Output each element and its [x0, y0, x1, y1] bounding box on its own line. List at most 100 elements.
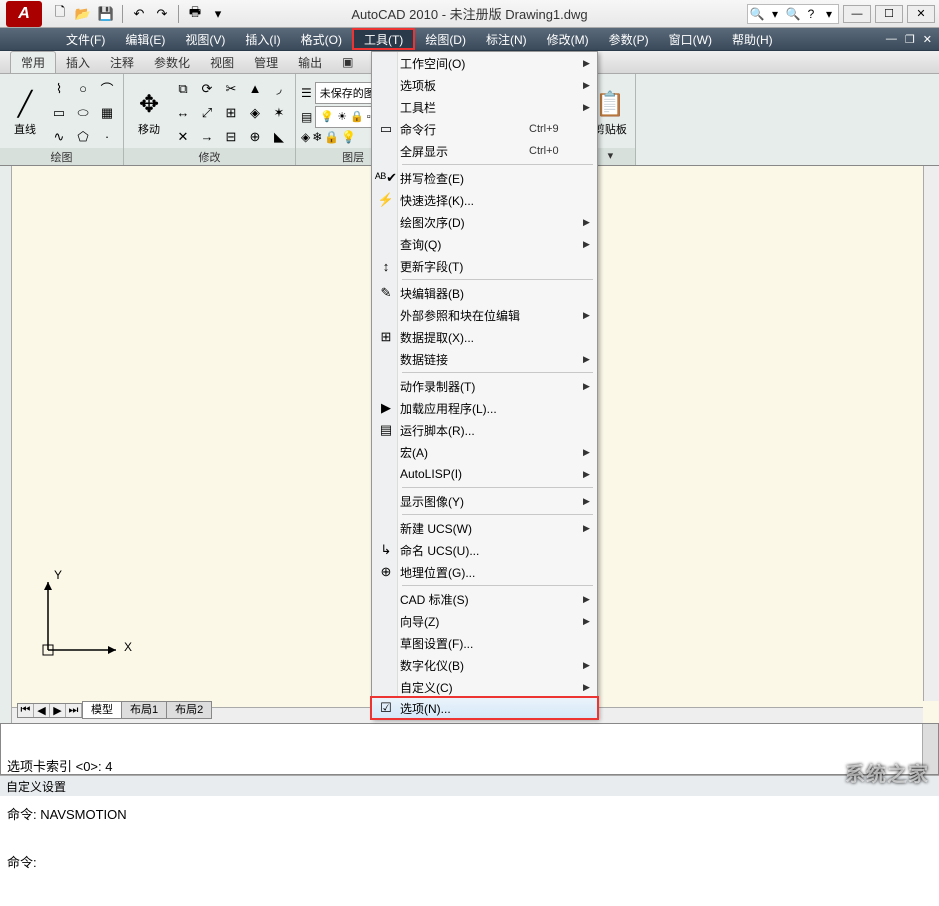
menu-help[interactable]: 帮助(H)	[722, 28, 783, 50]
line-button[interactable]: ╱直线	[5, 89, 45, 137]
menu-item[interactable]: 新建 UCS(W)▶	[372, 517, 597, 539]
menu-dimension[interactable]: 标注(N)	[476, 28, 537, 50]
menu-item[interactable]: 工具栏▶	[372, 96, 597, 118]
move-button[interactable]: ✥移动	[129, 89, 169, 137]
menu-item[interactable]: 工作空间(O)▶	[372, 52, 597, 74]
layout-tab-layout1[interactable]: 布局1	[121, 701, 167, 719]
redo-icon[interactable]: ↷	[152, 4, 172, 24]
copy-icon[interactable]: ⧉	[172, 78, 194, 100]
menu-item[interactable]: 动作录制器(T)▶	[372, 375, 597, 397]
menu-item[interactable]: 数字化仪(B)▶	[372, 654, 597, 676]
undo-icon[interactable]: ↶	[129, 4, 149, 24]
tab-nav-prev-icon[interactable]: ◀	[34, 704, 50, 717]
search-icon[interactable]: 🔍	[784, 7, 802, 21]
ribbon-tab-home[interactable]: 常用	[10, 51, 56, 73]
help-icon[interactable]: ?	[802, 7, 820, 21]
menu-edit[interactable]: 编辑(E)	[115, 28, 175, 50]
ribbon-tab-parametric[interactable]: 参数化	[144, 51, 200, 73]
menu-item[interactable]: CAD 标准(S)▶	[372, 588, 597, 610]
break-icon[interactable]: ⊟	[220, 126, 242, 148]
ribbon-tab-output[interactable]: 输出	[288, 51, 332, 73]
menu-item[interactable]: ⊞数据提取(X)...	[372, 326, 597, 348]
extend-icon[interactable]: →	[196, 126, 218, 148]
menu-tools[interactable]: 工具(T)	[352, 28, 415, 50]
menu-item[interactable]: 宏(A)▶	[372, 441, 597, 463]
ribbon-tab-manage[interactable]: 管理	[244, 51, 288, 73]
ribbon-tab-annotate[interactable]: 注释	[100, 51, 144, 73]
save-icon[interactable]: 💾	[96, 4, 116, 24]
fillet-icon[interactable]: ◞	[268, 78, 290, 100]
print-icon[interactable]: 🖶	[185, 4, 205, 24]
qat-dropdown-icon[interactable]: ▾	[208, 4, 228, 24]
menu-item[interactable]: 全屏显示Ctrl+0	[372, 140, 597, 162]
search-dropdown-icon[interactable]: ▾	[766, 7, 784, 21]
mirror-icon[interactable]: ▲	[244, 78, 266, 100]
open-icon[interactable]: 📂	[73, 4, 93, 24]
layer-iso-icon[interactable]: ◈	[301, 130, 310, 144]
circle-icon[interactable]: ○	[72, 78, 94, 100]
menu-item[interactable]: ⚡快速选择(K)...	[372, 189, 597, 211]
menu-item[interactable]: 绘图次序(D)▶	[372, 211, 597, 233]
minimize-button[interactable]: —	[843, 5, 871, 23]
mdi-close-button[interactable]: ✕	[920, 33, 935, 46]
chamfer-icon[interactable]: ◣	[268, 126, 290, 148]
tab-nav-first-icon[interactable]: ⏮	[18, 704, 34, 717]
rectangle-icon[interactable]: ▭	[48, 102, 70, 124]
menu-item[interactable]: 查询(Q)▶	[372, 233, 597, 255]
layer-prop-icon[interactable]: ☰	[301, 86, 312, 100]
menu-item[interactable]: 自定义(C)▶	[372, 676, 597, 698]
layout-tab-model[interactable]: 模型	[82, 701, 122, 719]
menu-item[interactable]: 选项板▶	[372, 74, 597, 96]
ribbon-tab-extra-icon[interactable]: ▣	[332, 51, 363, 73]
arc-icon[interactable]: ⌒	[96, 78, 118, 100]
search-box[interactable]: 🔍 ▾ 🔍 ? ▾	[747, 4, 839, 24]
app-menu-button[interactable]: A	[6, 1, 42, 27]
menu-item[interactable]: ᴬᴮ✔拼写检查(E)	[372, 167, 597, 189]
ellipse-icon[interactable]: ⬭	[72, 102, 94, 124]
menu-item[interactable]: ↳命名 UCS(U)...	[372, 539, 597, 561]
array-icon[interactable]: ⊞	[220, 102, 242, 124]
ribbon-tab-insert[interactable]: 插入	[56, 51, 100, 73]
new-icon[interactable]: 🗋	[50, 4, 70, 24]
menu-item[interactable]: ☑选项(N)...	[371, 697, 598, 719]
vertical-scrollbar[interactable]	[923, 166, 939, 701]
hatch-icon[interactable]: ▦	[96, 102, 118, 124]
stretch-icon[interactable]: ↔	[172, 102, 194, 124]
layer-icon[interactable]: ▤	[301, 110, 312, 124]
close-button[interactable]: ✕	[907, 5, 935, 23]
menu-item[interactable]: ▶加载应用程序(L)...	[372, 397, 597, 419]
command-prompt[interactable]: 命令:	[7, 855, 932, 871]
menu-item[interactable]: ▭命令行Ctrl+9	[372, 118, 597, 140]
menu-item[interactable]: ↕更新字段(T)	[372, 255, 597, 277]
layer-off-icon[interactable]: 💡	[341, 130, 356, 144]
menu-draw[interactable]: 绘图(D)	[415, 28, 476, 50]
command-window[interactable]: 选项卡索引 <0>: 4 命令: NAVSMOTION 命令:	[0, 723, 939, 775]
spline-icon[interactable]: ∿	[48, 126, 70, 148]
menu-window[interactable]: 窗口(W)	[659, 28, 722, 50]
menu-item[interactable]: ▤运行脚本(R)...	[372, 419, 597, 441]
menu-item[interactable]: 数据链接▶	[372, 348, 597, 370]
menu-item[interactable]: ✎块编辑器(B)	[372, 282, 597, 304]
ribbon-tab-view[interactable]: 视图	[200, 51, 244, 73]
menu-format[interactable]: 格式(O)	[291, 28, 352, 50]
maximize-button[interactable]: ☐	[875, 5, 903, 23]
menu-view[interactable]: 视图(V)	[175, 28, 235, 50]
menu-item[interactable]: 草图设置(F)...	[372, 632, 597, 654]
join-icon[interactable]: ⊕	[244, 126, 266, 148]
offset-icon[interactable]: ◈	[244, 102, 266, 124]
mdi-minimize-button[interactable]: —	[883, 33, 900, 45]
trim-icon[interactable]: ✂	[220, 78, 242, 100]
menu-modify[interactable]: 修改(M)	[537, 28, 599, 50]
menu-item[interactable]: 向导(Z)▶	[372, 610, 597, 632]
explode-icon[interactable]: ✶	[268, 102, 290, 124]
polygon-icon[interactable]: ⬠	[72, 126, 94, 148]
menu-file[interactable]: 文件(F)	[56, 28, 115, 50]
layer-lock-icon[interactable]: 🔒	[324, 130, 339, 144]
mdi-restore-button[interactable]: ❐	[902, 33, 918, 46]
rotate-icon[interactable]: ⟳	[196, 78, 218, 100]
menu-item[interactable]: AutoLISP(I)▶	[372, 463, 597, 485]
tab-nav-last-icon[interactable]: ⏭	[66, 704, 82, 717]
menu-item[interactable]: 显示图像(Y)▶	[372, 490, 597, 512]
layout-tab-layout2[interactable]: 布局2	[166, 701, 212, 719]
menu-insert[interactable]: 插入(I)	[235, 28, 290, 50]
